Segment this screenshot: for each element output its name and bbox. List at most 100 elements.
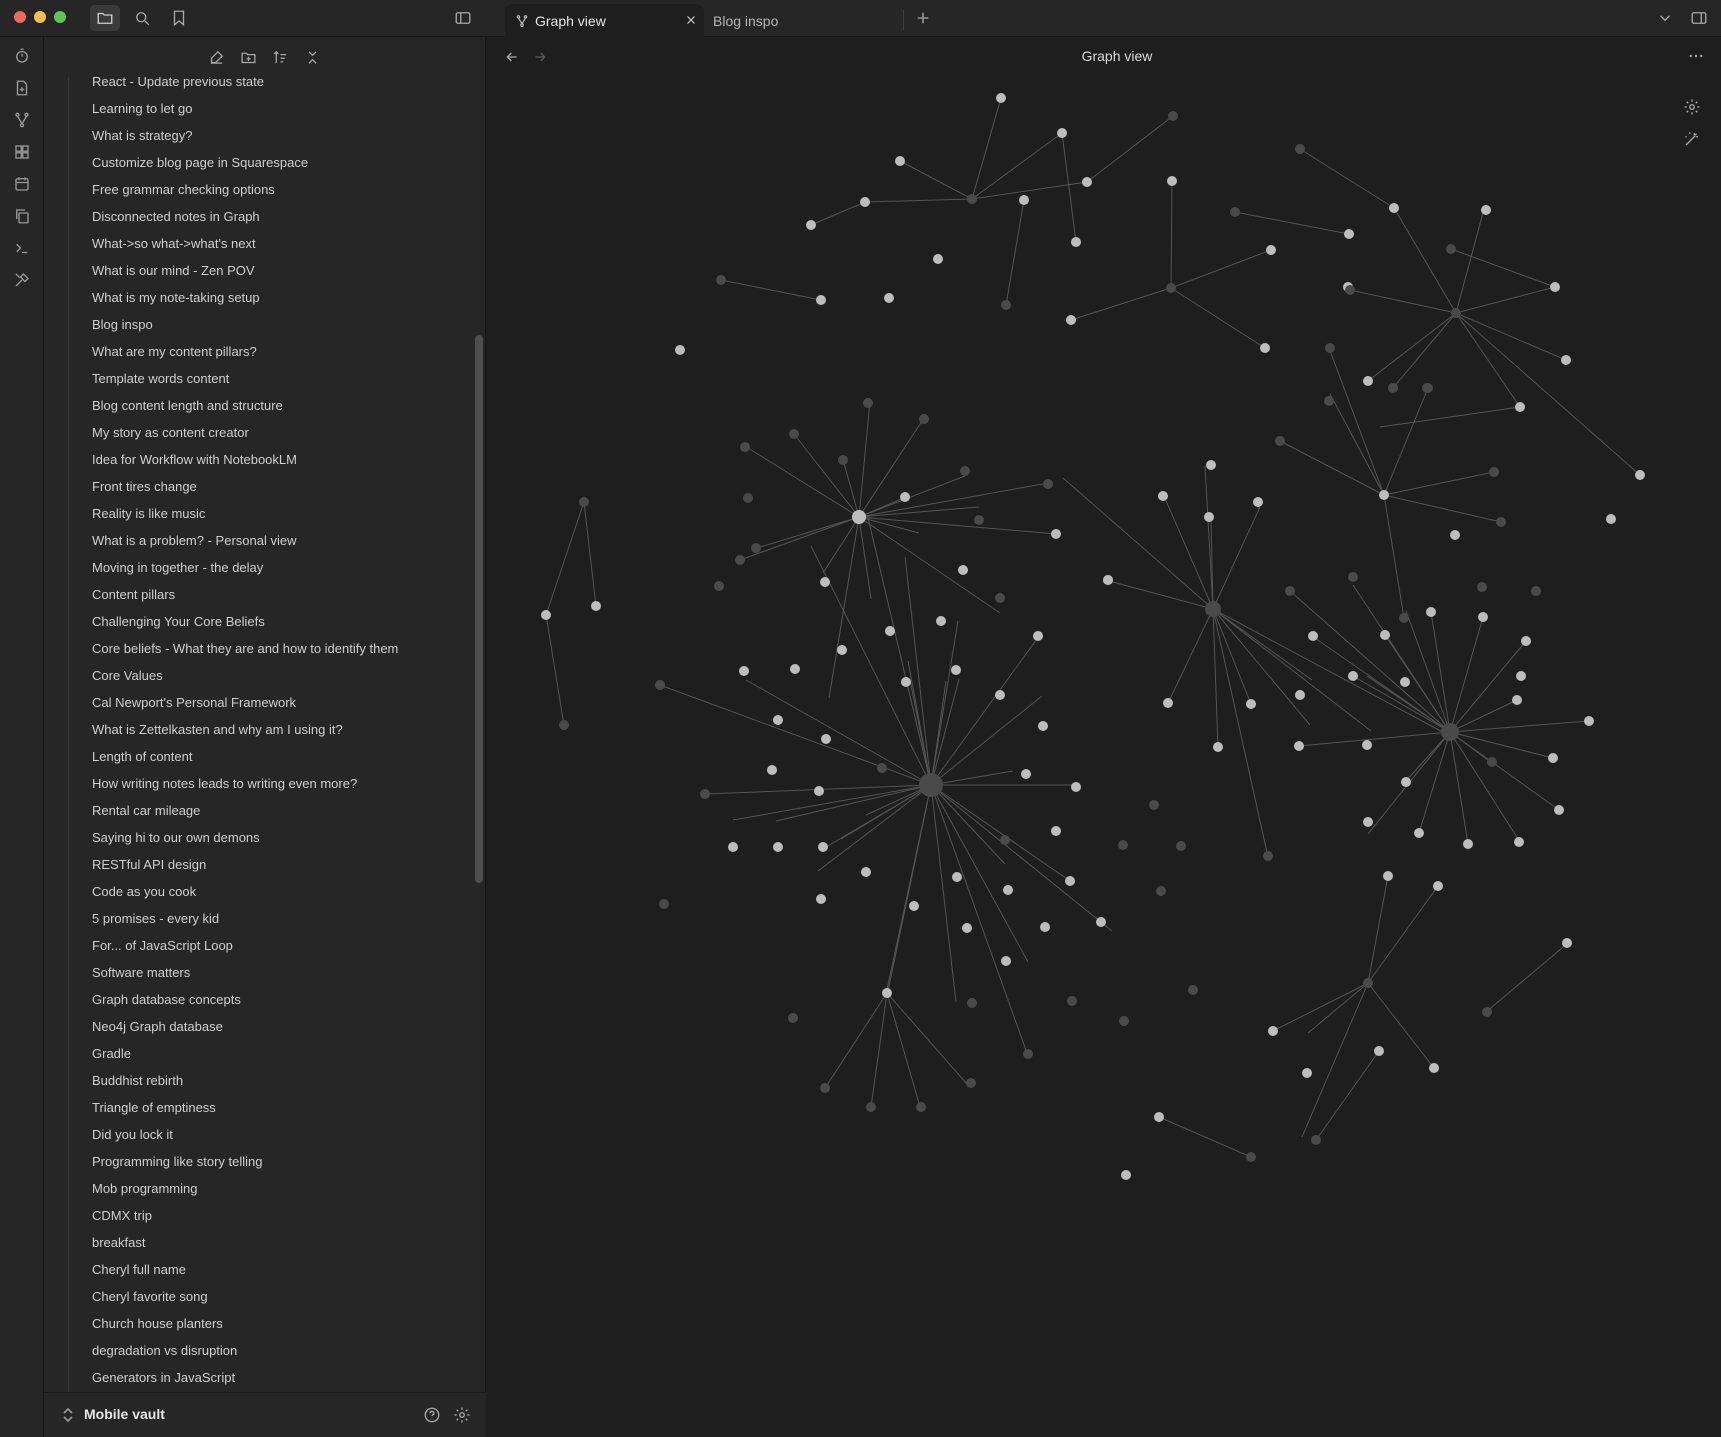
graph-node[interactable]	[1263, 851, 1273, 861]
graph-node[interactable]	[1268, 1026, 1278, 1036]
graph-node[interactable]	[655, 680, 665, 690]
graph-node[interactable]	[1308, 631, 1318, 641]
graph-node[interactable]	[1451, 308, 1461, 318]
file-item[interactable]: Blog content length and structure	[92, 394, 283, 418]
graph-node[interactable]	[1302, 1068, 1312, 1078]
graph-node[interactable]	[1548, 753, 1558, 763]
file-item[interactable]: Rental car mileage	[92, 799, 200, 823]
graph-node[interactable]	[579, 497, 589, 507]
graph-node[interactable]	[1389, 203, 1399, 213]
graph-node[interactable]	[1531, 586, 1541, 596]
graph-node[interactable]	[1380, 630, 1390, 640]
graph-node[interactable]	[1038, 721, 1048, 731]
file-item[interactable]: Mob programming	[92, 1177, 198, 1201]
graph-node[interactable]	[1561, 355, 1571, 365]
file-item[interactable]: 5 promises - every kid	[92, 907, 219, 931]
window-close-button[interactable]	[14, 11, 26, 23]
graph-canvas[interactable]	[486, 77, 1721, 1437]
graph-node[interactable]	[1121, 1170, 1131, 1180]
file-item[interactable]: Cheryl favorite song	[92, 1285, 208, 1309]
bookmark-icon[interactable]	[164, 5, 194, 31]
file-item[interactable]: What is our mind - Zen POV	[92, 259, 255, 283]
graph-node[interactable]	[933, 254, 943, 264]
graph-node[interactable]	[814, 786, 824, 796]
graph-node[interactable]	[773, 715, 783, 725]
file-item[interactable]: Blog inspo	[92, 313, 153, 337]
settings-icon[interactable]	[452, 1405, 472, 1425]
graph-node[interactable]	[1521, 636, 1531, 646]
graph-node[interactable]	[838, 455, 848, 465]
graph-node[interactable]	[1489, 467, 1499, 477]
file-item[interactable]: What is a problem? - Personal view	[92, 529, 296, 553]
graph-node[interactable]	[960, 466, 970, 476]
graph-node[interactable]	[1478, 612, 1488, 622]
file-item[interactable]: Length of content	[92, 745, 192, 769]
file-item[interactable]: Template words content	[92, 367, 229, 391]
tools-icon[interactable]	[9, 267, 35, 293]
graph-node[interactable]	[958, 565, 968, 575]
graph-node[interactable]	[1176, 841, 1186, 851]
graph-node[interactable]	[739, 666, 749, 676]
file-item[interactable]: What is my note-taking setup	[92, 286, 260, 310]
graph-node[interactable]	[1487, 757, 1497, 767]
graph-node[interactable]	[1167, 176, 1177, 186]
file-item[interactable]: Church house planters	[92, 1312, 223, 1336]
graph-node[interactable]	[806, 220, 816, 230]
graph-node[interactable]	[714, 581, 724, 591]
terminal-icon[interactable]	[9, 235, 35, 261]
graph-node[interactable]	[735, 555, 745, 565]
folder-icon[interactable]	[90, 5, 120, 31]
window-maximize-button[interactable]	[54, 11, 66, 23]
help-icon[interactable]	[422, 1405, 442, 1425]
search-icon[interactable]	[127, 5, 157, 31]
tab-graph-view[interactable]: Graph view	[505, 4, 704, 37]
graph-node[interactable]	[966, 1078, 976, 1088]
file-item[interactable]: React - Update previous state	[92, 77, 264, 94]
graph-node[interactable]	[1325, 343, 1335, 353]
graph-node[interactable]	[1051, 826, 1061, 836]
graph-node[interactable]	[1285, 586, 1295, 596]
graph-node[interactable]	[962, 923, 972, 933]
graph-node[interactable]	[1363, 978, 1373, 988]
graph-node[interactable]	[909, 901, 919, 911]
file-item[interactable]: What is strategy?	[92, 124, 192, 148]
graph-node[interactable]	[1260, 343, 1270, 353]
graph-node[interactable]	[884, 293, 894, 303]
graph-node[interactable]	[1426, 607, 1436, 617]
graph-node[interactable]	[1344, 229, 1354, 239]
graph-node[interactable]	[1400, 677, 1410, 687]
graph-node[interactable]	[1019, 195, 1029, 205]
graph-node[interactable]	[1206, 460, 1216, 470]
collapse-icon[interactable]	[301, 46, 323, 68]
graph-node[interactable]	[1082, 177, 1092, 187]
graph-node[interactable]	[995, 593, 1005, 603]
file-item[interactable]: Triangle of emptiness	[92, 1096, 216, 1120]
graph-node[interactable]	[1348, 671, 1358, 681]
graph-node[interactable]	[1163, 698, 1173, 708]
graph-node[interactable]	[919, 414, 929, 424]
file-item[interactable]: Neo4j Graph database	[92, 1015, 223, 1039]
graph-node[interactable]	[1246, 1152, 1256, 1162]
graph-node[interactable]	[728, 842, 738, 852]
file-item[interactable]: What is Zettelkasten and why am I using …	[92, 718, 343, 742]
graph-node[interactable]	[863, 398, 873, 408]
graph-hub-node[interactable]	[1205, 601, 1221, 617]
graph-node[interactable]	[1295, 144, 1305, 154]
graph-node[interactable]	[818, 842, 828, 852]
sort-icon[interactable]	[269, 46, 291, 68]
graph-node[interactable]	[1363, 817, 1373, 827]
graph-node[interactable]	[1158, 491, 1168, 501]
graph-node[interactable]	[1363, 376, 1373, 386]
graph-node[interactable]	[1348, 572, 1358, 582]
graph-node[interactable]	[1429, 1063, 1439, 1073]
graph-node[interactable]	[1275, 436, 1285, 446]
graph-node[interactable]	[1230, 207, 1240, 217]
graph-node[interactable]	[885, 626, 895, 636]
graph-node[interactable]	[1149, 800, 1159, 810]
graph-node[interactable]	[1000, 835, 1010, 845]
new-tab-button[interactable]	[908, 5, 938, 31]
graph-node[interactable]	[816, 295, 826, 305]
file-item[interactable]: Gradle	[92, 1042, 131, 1066]
graph-node[interactable]	[936, 616, 946, 626]
graph-node[interactable]	[837, 645, 847, 655]
